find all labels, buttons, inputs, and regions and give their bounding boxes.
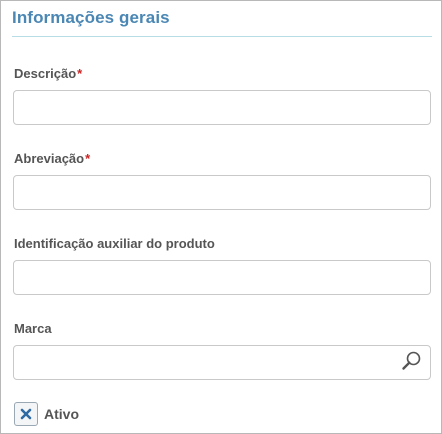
identificacao-label-text: Identificação auxiliar do produto	[14, 236, 215, 251]
marca-input[interactable]	[13, 345, 431, 380]
x-check-icon	[20, 408, 32, 420]
descricao-label-text: Descrição	[14, 66, 77, 81]
marca-label-text: Marca	[14, 321, 52, 336]
descricao-label: Descrição*	[14, 66, 82, 81]
required-mark: *	[77, 66, 83, 81]
abreviacao-label-text: Abreviação	[14, 151, 85, 166]
general-info-panel: Informações gerais Descrição* Abreviação…	[0, 0, 442, 434]
title-divider	[12, 36, 432, 37]
descricao-input[interactable]	[13, 90, 431, 125]
abreviacao-input[interactable]	[13, 175, 431, 210]
identificacao-input[interactable]	[13, 260, 431, 295]
required-mark: *	[85, 151, 91, 166]
ativo-checkbox[interactable]	[14, 402, 38, 426]
abreviacao-label: Abreviação*	[14, 151, 90, 166]
identificacao-label: Identificação auxiliar do produto	[14, 236, 215, 251]
search-icon	[402, 351, 421, 370]
ativo-label[interactable]: Ativo	[44, 406, 79, 422]
section-title: Informações gerais	[12, 8, 170, 27]
marca-search-button[interactable]	[399, 350, 425, 372]
marca-label: Marca	[14, 321, 52, 336]
